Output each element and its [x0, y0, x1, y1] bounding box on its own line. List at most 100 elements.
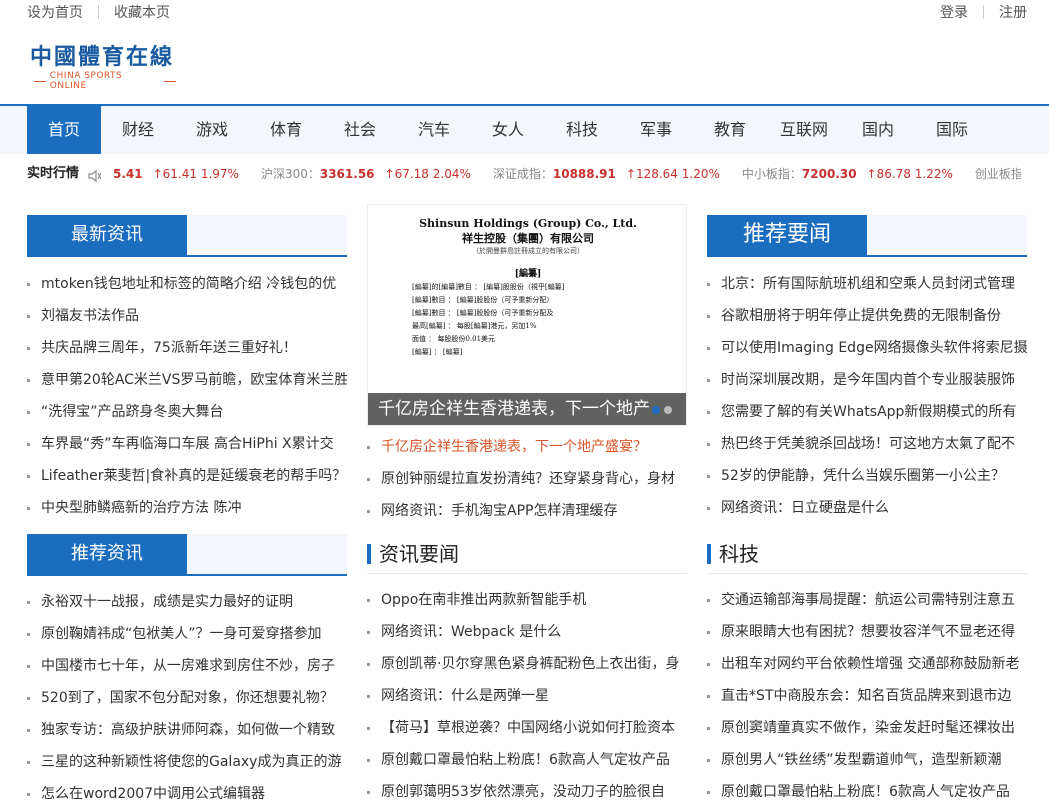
slide-dot[interactable] — [664, 406, 672, 414]
news-link[interactable]: 三星的这种新颖性将使您的Galaxy成为真正的游 — [27, 746, 347, 778]
nav-item[interactable]: 首页 — [27, 106, 101, 154]
news-link[interactable]: 网络资讯：Webpack 是什么 — [367, 616, 687, 648]
header-bar — [707, 544, 711, 564]
news-link[interactable]: 直击*ST中商股东会：知名百货品牌来到退市边 — [707, 680, 1027, 712]
recommend-header: 推荐资讯 — [27, 534, 347, 576]
news-link[interactable]: 原创男人“铁丝绣”发型霸道帅气，造型新颖潮 — [707, 744, 1027, 776]
news-link[interactable]: 怎么在word2007中调用公式编辑器 — [27, 778, 347, 808]
tech-list: 交通运输部海事局提醒：航运公司需特别注意五 原来眼睛大也有困扰？想要妆容洋气不显老… — [707, 584, 1027, 808]
news-link[interactable]: 52岁的伊能静，凭什么当娱乐圈第一小公主？ — [707, 460, 1027, 492]
nav-item[interactable]: 国内 — [841, 106, 915, 154]
tech-header: 科技 — [707, 538, 1027, 574]
ticker-item[interactable]: 深证成指：10888.91 ↑128.64 1.20% — [493, 160, 720, 188]
speaker-icon[interactable] — [87, 166, 103, 183]
nav-item[interactable]: 教育 — [693, 106, 767, 154]
site-logo[interactable]: 中國體育在線 CHINA SPORTS ONLINE — [30, 44, 180, 91]
nav-item[interactable]: 社会 — [323, 106, 397, 154]
news-link[interactable]: 原创郭蔼明53岁依然漂亮，没动刀子的脸很自 — [367, 776, 687, 808]
latest-news-header: 最新资讯 — [27, 215, 347, 257]
news-link[interactable]: Oppo在南非推出两款新智能手机 — [367, 584, 687, 616]
nav-item[interactable]: 国际 — [915, 106, 989, 154]
slide-dot[interactable] — [652, 406, 660, 414]
news-link[interactable]: 共庆品牌三周年，75派新年送三重好礼！ — [27, 332, 347, 364]
news-link[interactable]: 原创窦靖童真实不做作，染金发赶时髦还裸妆出 — [707, 712, 1027, 744]
slide-dots — [648, 406, 672, 414]
news-link[interactable]: 时尚深圳展改期，是今年国内首个专业服装服饰 — [707, 364, 1027, 396]
nav-item[interactable]: 科技 — [545, 106, 619, 154]
news-link[interactable]: 原创鞠婧祎成“包袱美人”？一身可爱穿搭参加 — [27, 618, 347, 650]
news-link[interactable]: 意甲第20轮AC米兰VS罗马前瞻，欧宝体育米兰胜 — [27, 364, 347, 396]
news-link[interactable]: 北京：所有国际航班机组和空乘人员封闭式管理 — [707, 268, 1027, 300]
ticker-change: ↑128.64 1.20% — [625, 167, 720, 181]
recommend-top-list: 北京：所有国际航班机组和空乘人员封闭式管理 谷歌相册将于明年停止提供免费的无限制备… — [707, 268, 1027, 524]
ticker-value: 7200.30 — [801, 167, 857, 181]
header-fill — [187, 215, 347, 255]
ticker-item[interactable]: 沪深300：3361.56 ↑67.18 2.04% — [261, 160, 471, 188]
news-link[interactable]: 独家专访：高级护肤讲师阿森，如何做一个精致 — [27, 714, 347, 746]
ticker-change: ↑61.41 1.97% — [152, 167, 239, 181]
news-link[interactable]: 原创戴口罩最怕粘上粉底！6款高人气定妆产品 — [367, 744, 687, 776]
nav-item[interactable]: 军事 — [619, 106, 693, 154]
ticker-item[interactable]: 创业板指：2248 — [975, 160, 1021, 188]
news-link[interactable]: 千亿房企祥生香港递表，下一个地产盛宴？ — [367, 431, 687, 463]
news-link[interactable]: “洗得宝”产品跻身冬奥大舞台 — [27, 396, 347, 428]
news-link[interactable]: 【荷马】草根逆袭？中国网络小说如何打脸资本 — [367, 712, 687, 744]
news-link[interactable]: 交通运输部海事局提醒：航运公司需特别注意五 — [707, 584, 1027, 616]
doc-rows: [編纂]的[編纂]數目 ： [編纂]股股份（視乎[編纂] [編纂]數目 ： [編纂… — [368, 283, 686, 357]
header-bar — [367, 544, 371, 564]
news-link[interactable]: 可以使用Imaging Edge网络摄像头软件将索尼摄 — [707, 332, 1027, 364]
recommend-title: 推荐资讯 — [27, 534, 187, 574]
recommend-top-title: 推荐要闻 — [707, 215, 867, 255]
nav-item[interactable]: 游戏 — [175, 106, 249, 154]
doc-line: [編纂] — [514, 269, 542, 279]
news-link[interactable]: 网络资讯：手机淘宝APP怎样清理缓存 — [367, 495, 687, 527]
nav-item[interactable]: 财经 — [101, 106, 175, 154]
ticker-change: ↑86.78 1.22% — [866, 167, 953, 181]
news-link[interactable]: 您需要了解的有关WhatsApp新假期模式的所有 — [707, 396, 1027, 428]
news-link[interactable]: 网络资讯：日立硬盘是什么 — [707, 492, 1027, 524]
slide-caption[interactable]: 千亿房企祥生香港递表，下一个地产 — [368, 393, 686, 425]
news-link[interactable]: 热巴终于凭美貌杀回战场！可这地方太氣了配不 — [707, 428, 1027, 460]
logo-rule — [164, 80, 176, 82]
register-link[interactable]: 注册 — [999, 2, 1027, 22]
ticker-value: 5.41 — [113, 167, 143, 181]
ticker-index-name: 深证成指： — [492, 167, 553, 181]
doc-line: 祥生控股（集團）有限公司 — [462, 232, 594, 245]
news-list: Oppo在南非推出两款新智能手机 网络资讯：Webpack 是什么 原创凯蒂·贝尔穿… — [367, 584, 687, 808]
news-link[interactable]: 原创戴口罩最怕粘上粉底！6款高人气定妆产品 — [707, 776, 1027, 808]
top-utility-bar: 设为首页 收藏本页 登录 注册 — [0, 0, 1049, 24]
news-link[interactable]: 车界最“秀”车再临海口车展 高合HiPhi X累计交 — [27, 428, 347, 460]
bookmark-link[interactable]: 收藏本页 — [114, 2, 170, 22]
featured-image-document: Shinsun Holdings (Group) Co., Ltd. 祥生控股（… — [368, 205, 686, 395]
login-link[interactable]: 登录 — [940, 2, 968, 22]
news-link[interactable]: mtoken钱包地址和标签的简略介绍 冷钱包的优 — [27, 268, 347, 300]
news-link[interactable]: 网络资讯：什么是两弹一星 — [367, 680, 687, 712]
news-link[interactable]: 原来眼睛大也有困扰？想要妆容洋气不显老还得 — [707, 616, 1027, 648]
news-link[interactable]: 中国楼市七十年，从一房难求到房住不炒，房子 — [27, 650, 347, 682]
news-link[interactable]: Lifeather莱斐哲|食补真的是延缓衰老的帮手吗？ — [27, 460, 347, 492]
doc-row: 面值 ： 每股股份0.01美元 — [412, 335, 496, 343]
nav-item[interactable]: 体育 — [249, 106, 323, 154]
set-homepage-link[interactable]: 设为首页 — [27, 2, 83, 22]
featured-slideshow[interactable]: Shinsun Holdings (Group) Co., Ltd. 祥生控股（… — [367, 204, 687, 426]
doc-line: Shinsun Holdings (Group) Co., Ltd. — [419, 217, 637, 230]
nav-item[interactable]: 互联网 — [767, 106, 841, 154]
news-link[interactable]: 谷歌相册将于明年停止提供免费的无限制备份 — [707, 300, 1027, 332]
news-title: 资讯要闻 — [379, 542, 459, 566]
ticker-item[interactable]: 中小板指：7200.30 ↑86.78 1.22% — [742, 160, 953, 188]
ticker-label: 实时行情 — [27, 166, 80, 181]
news-link[interactable]: 出租车对网约平台依赖性增强 交通部称鼓励新老 — [707, 648, 1027, 680]
news-link[interactable]: 原创凯蒂·贝尔穿黑色紧身裤配粉色上衣出街，身 — [367, 648, 687, 680]
nav-list: 首页 财经 游戏 体育 社会 汽车 女人 科技 军事 教育 互联网 国内 国际 — [27, 106, 989, 154]
nav-item[interactable]: 汽车 — [397, 106, 471, 154]
logo-rule — [34, 80, 46, 82]
doc-line: （於開曼群島註冊成立的有限公司） — [472, 247, 584, 255]
main-nav: 首页 财经 游戏 体育 社会 汽车 女人 科技 军事 教育 互联网 国内 国际 — [0, 104, 1049, 154]
news-link[interactable]: 刘福友书法作品 — [27, 300, 347, 332]
news-link[interactable]: 永裕双十一战报，成绩是实力最好的证明 — [27, 586, 347, 618]
news-link[interactable]: 520到了，国家不包分配对象，你还想要礼物？ — [27, 682, 347, 714]
ticker-item[interactable]: 5.41 ↑61.41 1.97% — [113, 160, 239, 188]
nav-item[interactable]: 女人 — [471, 106, 545, 154]
news-link[interactable]: 中央型肺鳞癌新的治疗方法 陈冲 — [27, 492, 347, 524]
news-link[interactable]: 原创钟丽缇拉直发扮清纯？还穿紧身背心，身材 — [367, 463, 687, 495]
